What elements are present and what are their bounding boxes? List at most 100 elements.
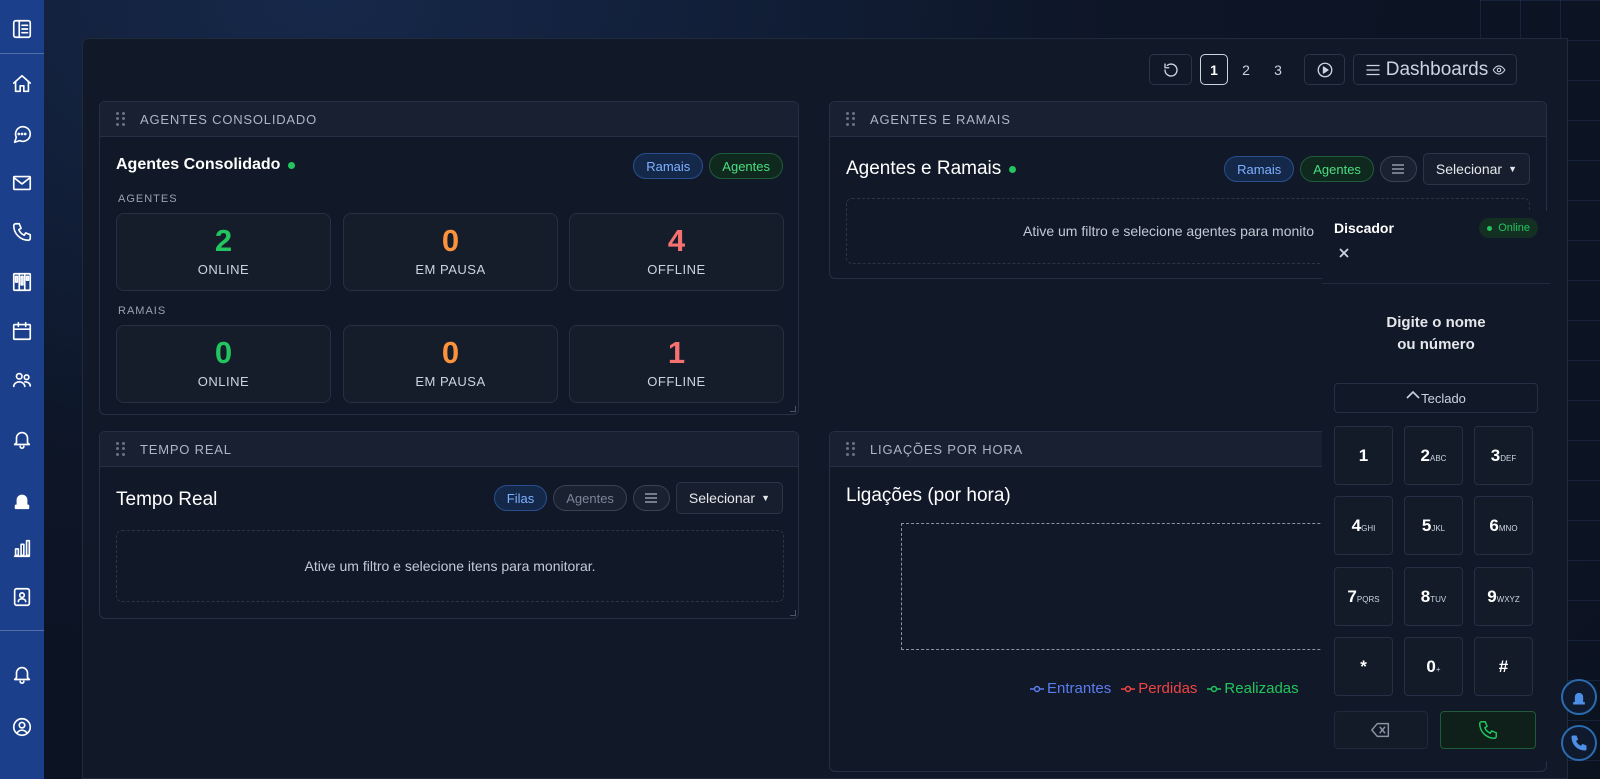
filter-controls: Filas Agentes Selecionar ▼	[488, 482, 783, 514]
resize-handle[interactable]	[790, 406, 796, 412]
dial-key-digit: 4	[1351, 515, 1362, 535]
home-icon[interactable]	[10, 72, 34, 96]
play-button[interactable]	[1304, 54, 1345, 85]
dial-key-digit: 1	[1358, 445, 1369, 465]
phone-icon	[1479, 721, 1497, 739]
page-button-3[interactable]: 3	[1264, 54, 1292, 85]
panel-header-label: AGENTES E RAMAIS	[870, 111, 1011, 127]
ramais-section-label: RAMAIS	[118, 305, 167, 317]
agents-online-card: 2 ONLINE	[116, 213, 331, 291]
kanban-icon[interactable]	[10, 270, 34, 294]
page-button-1[interactable]: 1	[1200, 54, 1228, 85]
users-icon[interactable]	[10, 368, 34, 392]
user-profile-icon[interactable]	[10, 715, 34, 739]
stat-label: ONLINE	[197, 262, 250, 277]
list-menu-button[interactable]	[632, 485, 670, 511]
filter-agentes-button[interactable]: Agentes	[709, 153, 783, 179]
calendar-icon[interactable]	[10, 319, 34, 343]
chevron-up-icon	[1406, 390, 1420, 399]
dial-key-0[interactable]: 0 +	[1404, 637, 1463, 696]
phone-fab[interactable]	[1561, 725, 1597, 761]
dial-key-letters: +	[1435, 665, 1441, 674]
resize-handle[interactable]	[790, 610, 796, 616]
legend-item-entrantes[interactable]: Entrantes	[1030, 680, 1111, 697]
menu-icon	[1366, 64, 1380, 75]
chart-legend: Entrantes Perdidas Realizadas	[1030, 680, 1309, 697]
panel-title: Tempo Real	[116, 489, 217, 511]
ramais-online-card: 0 ONLINE	[116, 325, 331, 403]
filter-filas-button[interactable]: Filas	[493, 485, 548, 511]
dialer-divider	[1322, 283, 1550, 284]
panel-title-text: Ligações (por hora)	[846, 485, 1011, 506]
menu-icon	[1392, 164, 1405, 174]
drag-handle-icon[interactable]	[116, 112, 126, 126]
mail-icon[interactable]	[10, 171, 34, 195]
dial-key-digit: 7	[1347, 586, 1357, 606]
legend-item-realizadas[interactable]: Realizadas	[1207, 680, 1299, 697]
stat-label: EM PAUSA	[415, 374, 486, 389]
status-dot	[1487, 225, 1493, 231]
alarm-light-icon[interactable]	[10, 488, 34, 512]
panel-header: AGENTES CONSOLIDADO	[100, 102, 798, 137]
filter-agentes-button[interactable]: Agentes	[1300, 156, 1374, 182]
refresh-button[interactable]	[1149, 54, 1192, 85]
dial-key-digit: 2	[1420, 445, 1430, 465]
phone-icon[interactable]	[10, 220, 34, 244]
filter-ramais-button[interactable]: Ramais	[633, 153, 704, 179]
backspace-button[interactable]	[1334, 711, 1428, 749]
list-menu-button[interactable]	[1379, 156, 1417, 182]
page-button-2[interactable]: 2	[1232, 54, 1260, 85]
dial-key-hash[interactable]: #	[1474, 637, 1533, 696]
drag-handle-icon[interactable]	[846, 442, 856, 456]
close-icon	[1339, 248, 1349, 258]
dial-key-5[interactable]: 5 JKL	[1404, 496, 1463, 555]
dial-key-letters: GHI	[1361, 524, 1376, 533]
dial-key-star[interactable]: *	[1334, 637, 1393, 696]
panel-title: Agentes e Ramais	[846, 158, 1017, 180]
realtime-panel: TEMPO REAL Tempo Real Filas Agentes Sele…	[99, 431, 799, 619]
agents-consolidated-panel: AGENTES CONSOLIDADO Agentes Consolidado …	[99, 101, 799, 415]
dial-key-7[interactable]: 7 PQRS	[1334, 567, 1393, 626]
drag-handle-icon[interactable]	[116, 442, 126, 456]
dial-key-letters: TUV	[1430, 595, 1447, 604]
dialer-title: Discador	[1334, 220, 1394, 236]
dial-key-digit: 5	[1421, 515, 1432, 535]
stat-label: OFFLINE	[647, 374, 706, 389]
dial-key-6[interactable]: 6 MNO	[1474, 496, 1533, 555]
play-circle-icon	[1317, 62, 1332, 77]
alert-fab[interactable]	[1561, 679, 1597, 715]
legend-item-perdidas[interactable]: Perdidas	[1121, 680, 1197, 697]
dial-key-4[interactable]: 4 GHI	[1334, 496, 1393, 555]
dial-key-2[interactable]: 2 ABC	[1404, 426, 1463, 485]
refresh-icon	[1163, 62, 1178, 77]
status-badge: Online	[1479, 218, 1538, 238]
bar-chart-icon[interactable]	[10, 536, 34, 560]
dial-key-3[interactable]: 3 DEF	[1474, 426, 1533, 485]
ramais-offline-card: 1 OFFLINE	[569, 325, 784, 403]
dial-key-8[interactable]: 8 TUV	[1404, 567, 1463, 626]
dial-key-9[interactable]: 9 WXYZ	[1474, 567, 1533, 626]
dial-key-letters: MNO	[1498, 524, 1518, 533]
filter-ramais-button[interactable]: Ramais	[1224, 156, 1295, 182]
bell-icon[interactable]	[10, 427, 34, 451]
select-dropdown[interactable]: Selecionar ▼	[675, 482, 783, 514]
contact-card-icon[interactable]	[10, 585, 34, 609]
dial-key-letters: ABC	[1430, 454, 1447, 463]
status-dot	[1009, 165, 1017, 173]
stat-label: EM PAUSA	[415, 262, 486, 277]
dial-key-1[interactable]: 1	[1334, 426, 1393, 485]
filter-agentes-button[interactable]: Agentes	[553, 485, 627, 511]
keyboard-toggle-button[interactable]: Teclado	[1334, 383, 1538, 413]
select-dropdown[interactable]: Selecionar ▼	[1422, 153, 1530, 185]
panel-title-text: Tempo Real	[116, 489, 218, 510]
dashboards-menu-button[interactable]: Dashboards	[1353, 54, 1517, 85]
close-button[interactable]	[1338, 246, 1352, 260]
sidebar-toggle-icon[interactable]	[10, 17, 34, 41]
drag-handle-icon[interactable]	[846, 112, 856, 126]
dial-key-digit: 3	[1490, 445, 1501, 465]
dial-key-digit: 0	[1426, 656, 1436, 676]
call-button[interactable]	[1440, 711, 1536, 749]
chat-icon[interactable]	[10, 122, 34, 146]
agents-pause-count: 0	[441, 223, 460, 258]
notifications-icon[interactable]	[10, 662, 34, 686]
